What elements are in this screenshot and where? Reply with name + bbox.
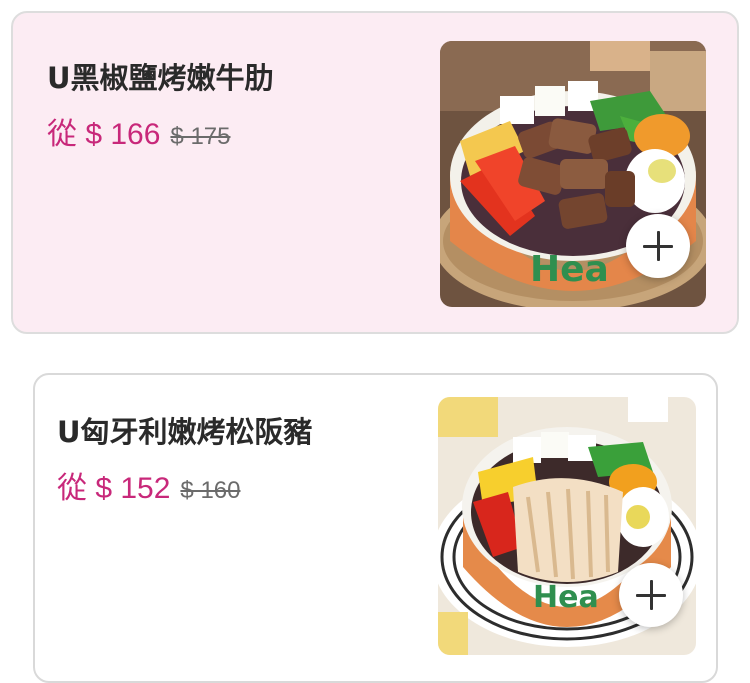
menu-item-name: U黑椒鹽烤嫩牛肋	[47, 61, 274, 95]
menu-item-card[interactable]: U匈牙利嫩烤松阪豬 從 $ 152 $ 160 Hea	[33, 373, 718, 683]
menu-item-price: 從 $ 152	[57, 472, 171, 505]
menu-item-price: 從 $ 166	[47, 118, 161, 151]
svg-text:Hea: Hea	[533, 580, 599, 615]
price-row: 從 $ 166 $ 175	[47, 109, 230, 153]
svg-text:Hea: Hea	[530, 249, 609, 290]
menu-item-original-price: $ 160	[180, 477, 241, 504]
price-row: 從 $ 152 $ 160	[57, 463, 240, 507]
menu-item-name: U匈牙利嫩烤松阪豬	[57, 415, 313, 449]
menu-item-card[interactable]: U黑椒鹽烤嫩牛肋 從 $ 166 $ 175 Hea	[11, 11, 739, 334]
menu-item-original-price: $ 175	[170, 123, 231, 150]
add-to-cart-button[interactable]	[619, 563, 683, 627]
plus-icon	[636, 580, 666, 610]
add-to-cart-button[interactable]	[626, 214, 690, 278]
plus-icon	[643, 231, 673, 261]
